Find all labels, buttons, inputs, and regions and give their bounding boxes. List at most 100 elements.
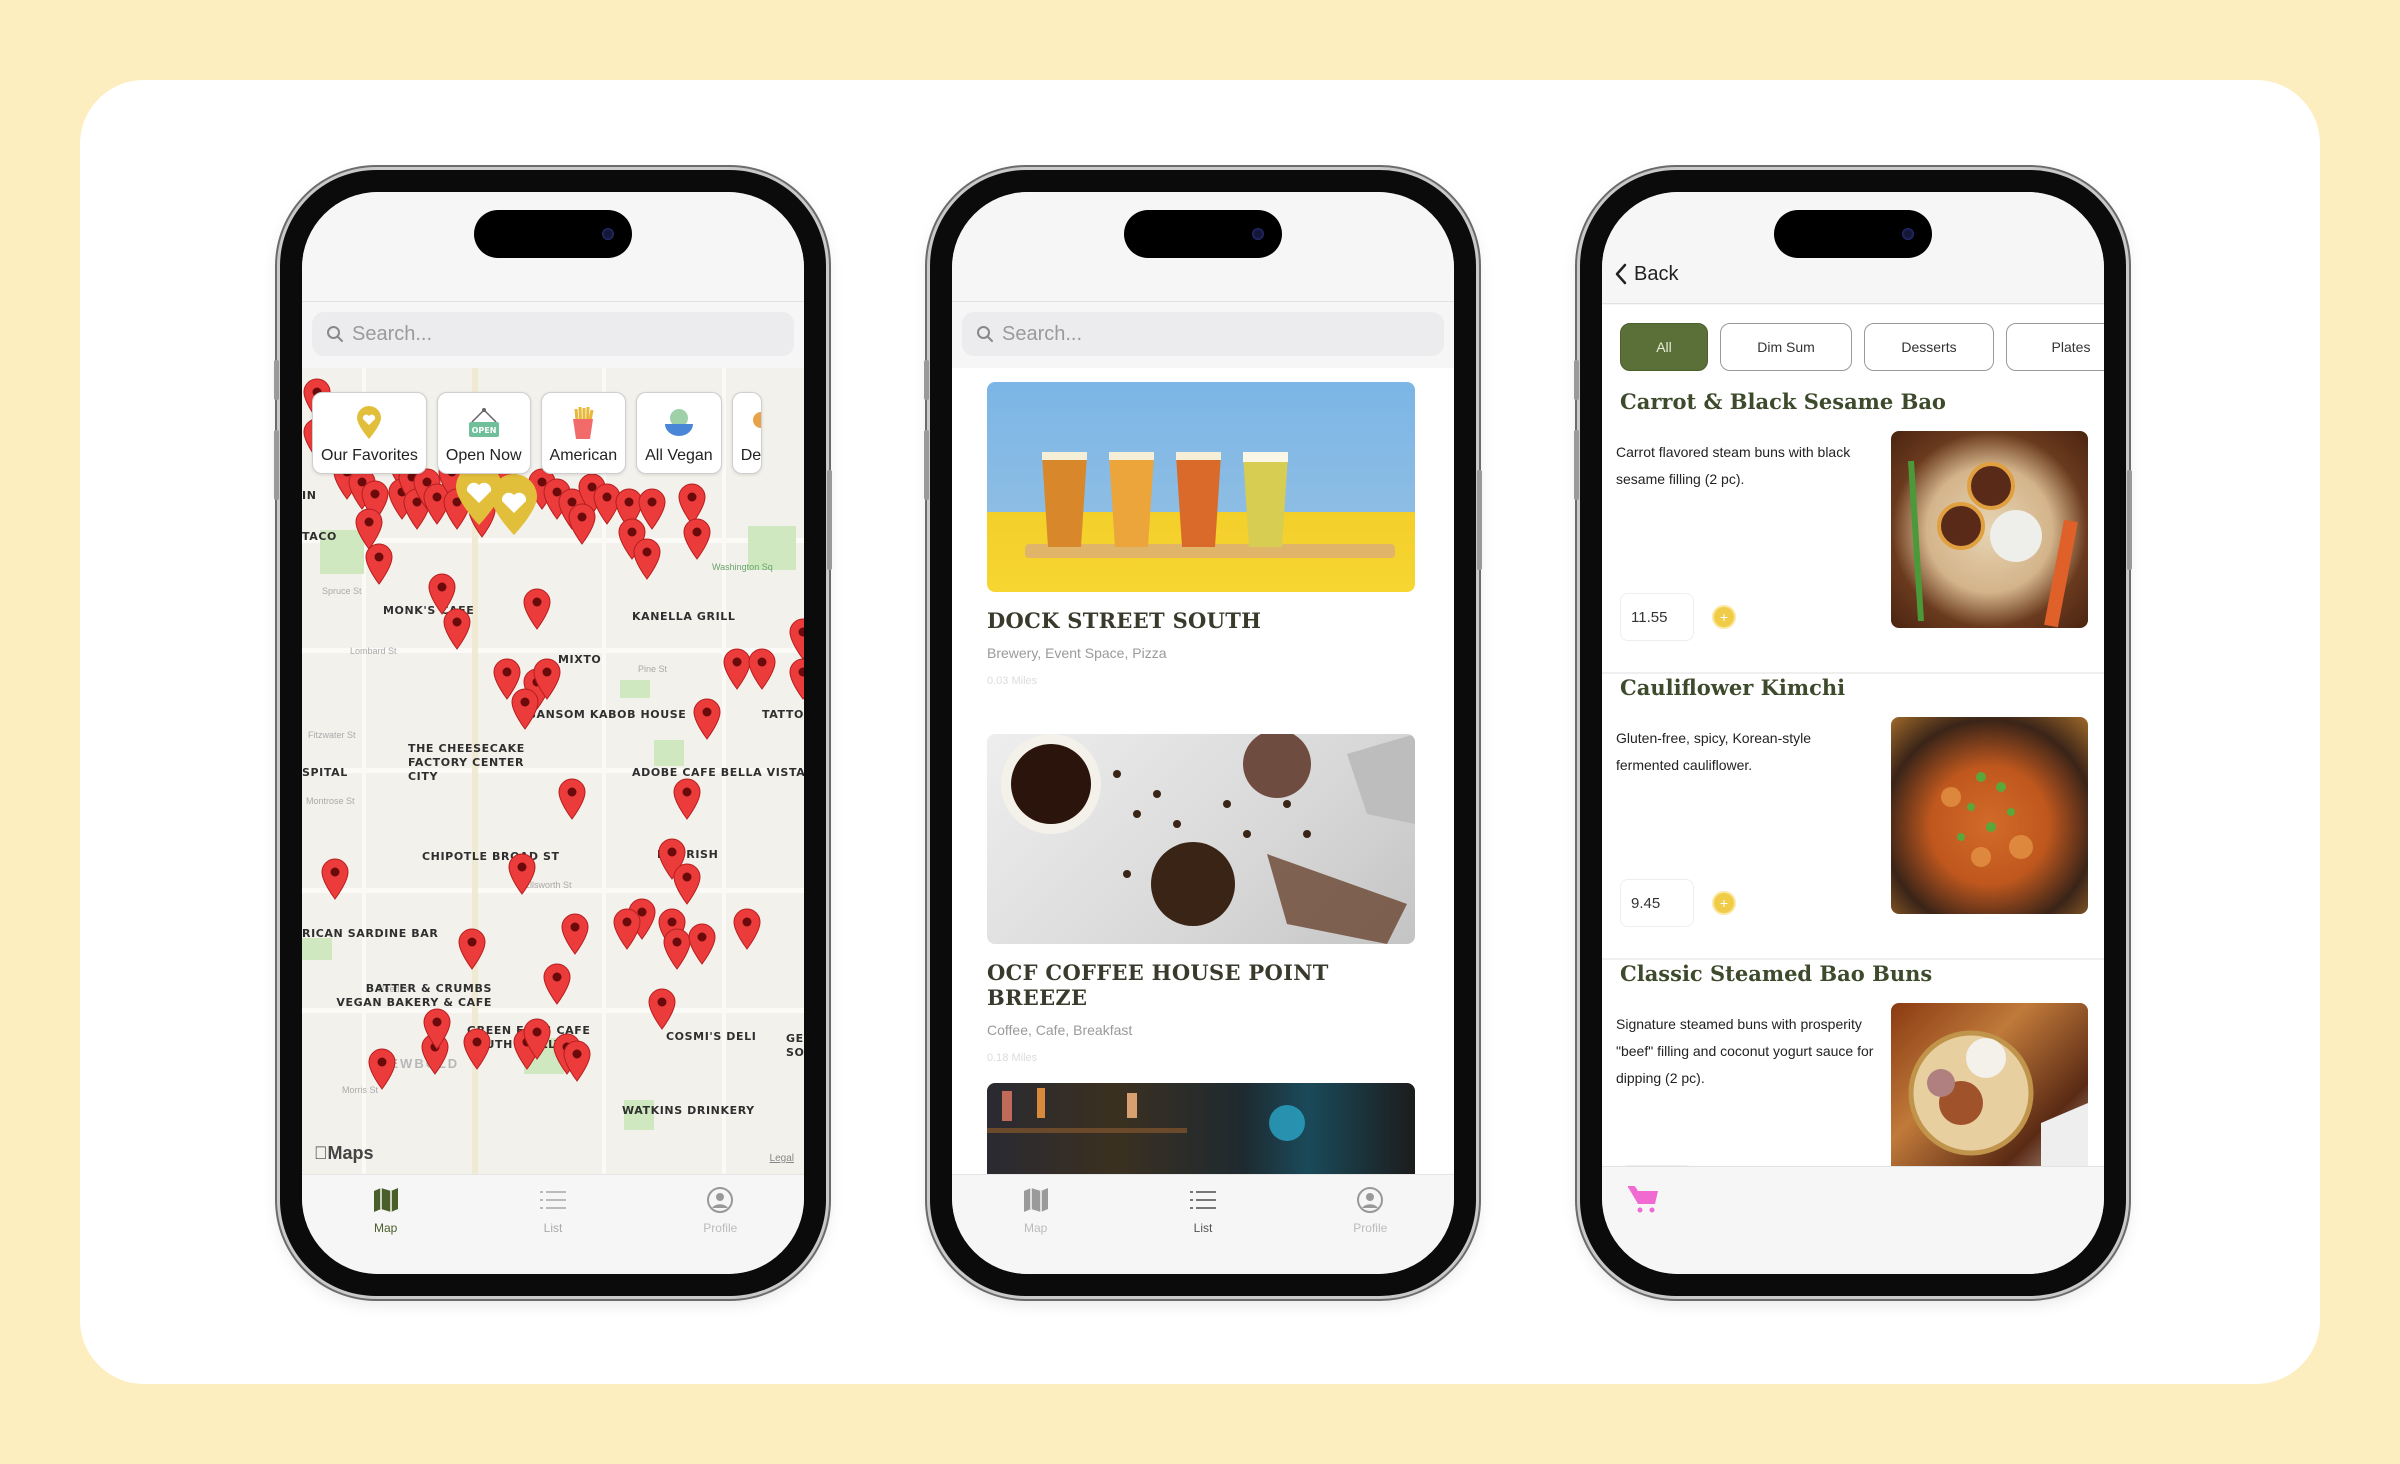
restaurant-pin-icon[interactable] — [647, 988, 677, 1030]
favorite-pin-icon[interactable] — [487, 473, 541, 537]
restaurant-pin-icon[interactable] — [562, 1040, 592, 1082]
place-label: SPITAL — [302, 766, 348, 779]
item-price: 11.55 — [1620, 593, 1694, 641]
tab-profile[interactable]: Profile — [1310, 1185, 1430, 1274]
tab-list[interactable]: List — [493, 1185, 613, 1274]
dynamic-island — [474, 210, 632, 258]
tab-label: List — [543, 1221, 563, 1235]
restaurant-pin-icon[interactable] — [567, 503, 597, 545]
search-icon — [327, 326, 343, 342]
category-desserts[interactable]: Desserts — [1864, 323, 1994, 371]
back-label: Back — [1634, 262, 1679, 285]
shopping-cart-button[interactable] — [1626, 1185, 1660, 1220]
restaurant-pin-icon[interactable] — [732, 908, 762, 950]
restaurant-pin-icon[interactable] — [747, 648, 777, 690]
beer-flight-photo — [987, 382, 1415, 592]
restaurant-pin-icon[interactable] — [672, 863, 702, 905]
chip-american[interactable]: American — [540, 392, 627, 474]
item-name: Carrot & Black Sesame Bao — [1620, 389, 1946, 414]
search-bar[interactable] — [312, 312, 794, 356]
restaurant-pin-icon[interactable] — [682, 518, 712, 560]
search-input[interactable] — [352, 322, 774, 346]
place-label: THE CHEESECAKE FACTORY CENTER CITY — [408, 742, 525, 783]
item-name: Classic Steamed Bao Buns — [1620, 961, 1933, 986]
chip-label: Our Favorites — [321, 447, 418, 464]
restaurant-pin-icon[interactable] — [422, 1008, 452, 1050]
place-label: SANSOM KABOB HOUSE — [528, 708, 687, 721]
restaurant-pin-icon[interactable] — [788, 658, 804, 700]
restaurant-pin-icon[interactable] — [364, 543, 394, 585]
list-icon — [537, 1185, 569, 1215]
restaurant-pin-icon[interactable] — [692, 698, 722, 740]
street-label: Fitzwater St — [308, 730, 356, 740]
restaurant-pin-icon[interactable] — [788, 618, 804, 660]
restaurant-pin-icon[interactable] — [632, 538, 662, 580]
item-description: Gluten-free, spicy, Korean-style ferment… — [1616, 730, 1812, 773]
map-view[interactable]: Spruce St Lombard St Fitzwater St Montro… — [302, 368, 804, 1174]
restaurant-pin-icon[interactable] — [522, 588, 552, 630]
tab-map[interactable]: Map — [326, 1185, 446, 1274]
restaurant-pin-icon[interactable] — [557, 778, 587, 820]
fries-icon — [563, 403, 603, 443]
tab-label: Map — [1023, 1221, 1048, 1235]
phone-side-button — [827, 470, 832, 570]
chip-label: De — [740, 447, 762, 464]
restaurant-name: OCF COFFEE HOUSE POINT BREEZE — [987, 960, 1329, 1010]
restaurant-pin-icon[interactable] — [367, 1048, 397, 1090]
item-name: Cauliflower Kimchi — [1620, 675, 1846, 700]
category-dim-sum[interactable]: Dim Sum — [1720, 323, 1852, 371]
chip-label: Open Now — [445, 447, 522, 464]
restaurant-pin-icon[interactable] — [320, 858, 350, 900]
restaurant-pin-icon[interactable] — [687, 923, 717, 965]
tab-profile[interactable]: Profile — [660, 1185, 780, 1274]
tab-bar: Map List Profile — [952, 1174, 1454, 1274]
chip-all-vegan[interactable]: All Vegan — [636, 392, 722, 474]
place-label: RICAN SARDINE BAR — [302, 927, 439, 940]
restaurant-pin-icon[interactable] — [457, 928, 487, 970]
menu-item[interactable]: Carrot & Black Sesame Bao Carrot flavore… — [1602, 389, 2104, 674]
tab-label: List — [1193, 1221, 1213, 1235]
phone-side-button — [924, 360, 929, 400]
restaurant-tags: Brewery, Event Space, Pizza — [987, 645, 1167, 661]
restaurant-pin-icon[interactable] — [507, 853, 537, 895]
maps-attribution-text: Maps — [314, 1143, 374, 1163]
menu-item[interactable]: Cauliflower Kimchi Gluten-free, spicy, K… — [1602, 675, 2104, 960]
restaurant-card[interactable]: OCF COFFEE HOUSE POINT BREEZE Coffee, Ca… — [987, 734, 1415, 1064]
tab-list[interactable]: List — [1143, 1185, 1263, 1274]
filter-chips: Our Favorites OPEN Open Now American All… — [312, 392, 762, 474]
camera-icon — [1902, 228, 1914, 240]
tab-map[interactable]: Map — [976, 1185, 1096, 1274]
add-to-cart-button[interactable]: + — [1714, 607, 1734, 627]
add-to-cart-button[interactable]: + — [1714, 893, 1734, 913]
restaurant-pin-icon[interactable] — [522, 1018, 552, 1060]
restaurant-pin-icon[interactable] — [510, 688, 540, 730]
legal-link[interactable]: Legal — [770, 1153, 794, 1164]
phone-menu-screen: Back All Dim Sum Desserts Plates Carrot … — [1574, 170, 2132, 1296]
place-label: IN — [302, 489, 317, 502]
dynamic-island — [1774, 210, 1932, 258]
restaurant-pin-icon[interactable] — [612, 908, 642, 950]
chip-desserts[interactable]: De — [731, 392, 762, 474]
restaurant-pin-icon[interactable] — [672, 778, 702, 820]
dish-photo — [1891, 717, 2088, 914]
place-label: KANELLA GRILL — [632, 610, 736, 623]
salad-bowl-icon — [659, 403, 699, 443]
phone-side-button — [274, 360, 279, 400]
restaurant-pin-icon[interactable] — [442, 608, 472, 650]
back-button[interactable]: Back — [1614, 262, 1678, 286]
search-bar[interactable] — [962, 312, 1444, 356]
restaurant-card[interactable]: DOCK STREET SOUTH Brewery, Event Space, … — [987, 382, 1415, 687]
search-input[interactable] — [1002, 322, 1424, 346]
category-plates[interactable]: Plates — [2006, 323, 2104, 371]
restaurant-pin-icon[interactable] — [560, 913, 590, 955]
restaurant-pin-icon[interactable] — [462, 1028, 492, 1070]
chip-open-now[interactable]: OPEN Open Now — [436, 392, 531, 474]
chevron-left-icon — [1615, 263, 1627, 285]
restaurant-card[interactable] — [987, 1083, 1415, 1174]
category-all[interactable]: All — [1620, 323, 1708, 371]
chip-label: American — [549, 447, 618, 464]
restaurant-pin-icon[interactable] — [542, 963, 572, 1005]
tab-label: Profile — [703, 1221, 738, 1235]
chip-our-favorites[interactable]: Our Favorites — [312, 392, 427, 474]
menu-item[interactable]: Classic Steamed Bao Buns Signature steam… — [1602, 961, 2104, 1166]
